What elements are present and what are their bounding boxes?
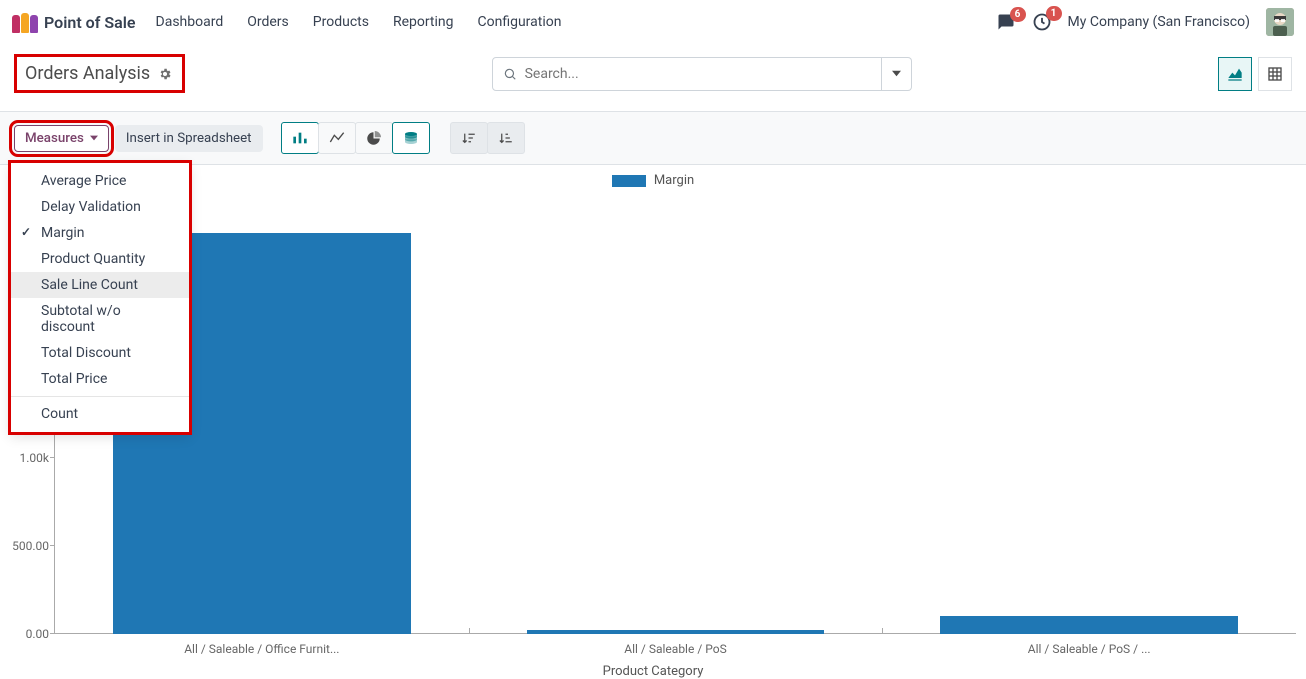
measures-button[interactable]: Measures (14, 125, 109, 152)
search-input[interactable] (525, 66, 871, 82)
sort-asc-button[interactable] (487, 122, 525, 154)
search-box[interactable] (492, 57, 882, 91)
line-chart-icon (329, 131, 345, 145)
chart-area: Margin 0.00500.001.00kAll / Saleable / O… (0, 165, 1306, 679)
chart-stacked-button[interactable] (392, 122, 430, 154)
sort-asc-icon (498, 131, 513, 145)
view-pivot-button[interactable] (1258, 57, 1292, 91)
activities-badge: 1 (1046, 6, 1062, 21)
nav-reporting[interactable]: Reporting (393, 14, 454, 30)
pivot-icon (1267, 66, 1283, 82)
view-graph-button[interactable] (1218, 57, 1252, 91)
gear-icon[interactable] (158, 67, 172, 81)
chart-bar[interactable] (940, 616, 1238, 634)
caret-down-icon (90, 134, 98, 142)
nav-orders[interactable]: Orders (247, 14, 289, 30)
control-panel: Orders Analysis (0, 44, 1306, 111)
page-title: Orders Analysis (25, 63, 150, 84)
area-chart-icon (1227, 67, 1243, 81)
y-tick-label: 500.00 (12, 539, 55, 553)
caret-down-icon (892, 69, 901, 78)
chart-line-button[interactable] (318, 122, 356, 154)
chart-bar-button[interactable] (281, 122, 319, 154)
messages-badge: 6 (1010, 7, 1026, 22)
y-tick-label: 1.00k (20, 451, 55, 465)
chart-plot: 0.00500.001.00kAll / Saleable / Office F… (54, 194, 1296, 634)
measures-dropdown: Average Price Delay Validation Margin Pr… (10, 162, 190, 433)
x-axis-label: Product Category (10, 664, 1296, 679)
chart-legend[interactable]: Margin (10, 173, 1296, 188)
pie-chart-icon (366, 131, 381, 146)
nav-products[interactable]: Products (313, 14, 369, 30)
chart-type-buttons (281, 122, 430, 154)
search (492, 57, 912, 91)
user-avatar[interactable] (1266, 8, 1294, 36)
measure-product-quantity[interactable]: Product Quantity (11, 246, 189, 272)
search-icon (503, 67, 517, 81)
nav-links: Dashboard Orders Products Reporting Conf… (156, 14, 562, 30)
x-tick-label: All / Saleable / Office Furnit... (184, 634, 339, 656)
measure-margin[interactable]: Margin (11, 220, 189, 246)
measure-average-price[interactable]: Average Price (11, 168, 189, 194)
topnav-right: 6 1 My Company (San Francisco) (996, 8, 1294, 36)
measure-count[interactable]: Count (11, 401, 189, 427)
measure-subtotal-wo-discount[interactable]: Subtotal w/o discount (11, 298, 189, 340)
app-logo[interactable] (12, 11, 38, 33)
x-tick-label: All / Saleable / PoS / ... (1028, 634, 1151, 656)
nav-dashboard[interactable]: Dashboard (156, 14, 224, 30)
measure-delay-validation[interactable]: Delay Validation (11, 194, 189, 220)
measure-sale-line-count[interactable]: Sale Line Count (11, 272, 189, 298)
view-switcher (1218, 57, 1292, 91)
activities-icon[interactable]: 1 (1032, 12, 1052, 32)
measure-total-discount[interactable]: Total Discount (11, 340, 189, 366)
measure-total-price[interactable]: Total Price (11, 366, 189, 392)
measures-label: Measures (25, 131, 84, 146)
menu-divider (11, 396, 189, 397)
company-selector[interactable]: My Company (San Francisco) (1068, 14, 1250, 30)
breadcrumb: Orders Analysis (14, 54, 185, 93)
sort-desc-button[interactable] (450, 122, 488, 154)
sort-buttons (450, 122, 525, 154)
insert-in-spreadsheet-button[interactable]: Insert in Spreadsheet (115, 125, 263, 152)
graph-toolbar: Measures Average Price Delay Validation … (0, 111, 1306, 165)
messaging-icon[interactable]: 6 (996, 13, 1016, 31)
bar-chart-icon (292, 131, 308, 145)
y-tick-label: 0.00 (26, 627, 55, 641)
sort-desc-icon (461, 131, 476, 145)
stack-icon (403, 131, 419, 145)
nav-configuration[interactable]: Configuration (478, 14, 562, 30)
x-tick-label: All / Saleable / PoS (624, 634, 726, 656)
top-nav: Point of Sale Dashboard Orders Products … (0, 0, 1306, 44)
legend-label: Margin (654, 173, 694, 188)
legend-swatch (612, 175, 646, 187)
app-name[interactable]: Point of Sale (44, 13, 136, 32)
search-options-toggle[interactable] (882, 57, 912, 91)
chart-pie-button[interactable] (355, 122, 393, 154)
